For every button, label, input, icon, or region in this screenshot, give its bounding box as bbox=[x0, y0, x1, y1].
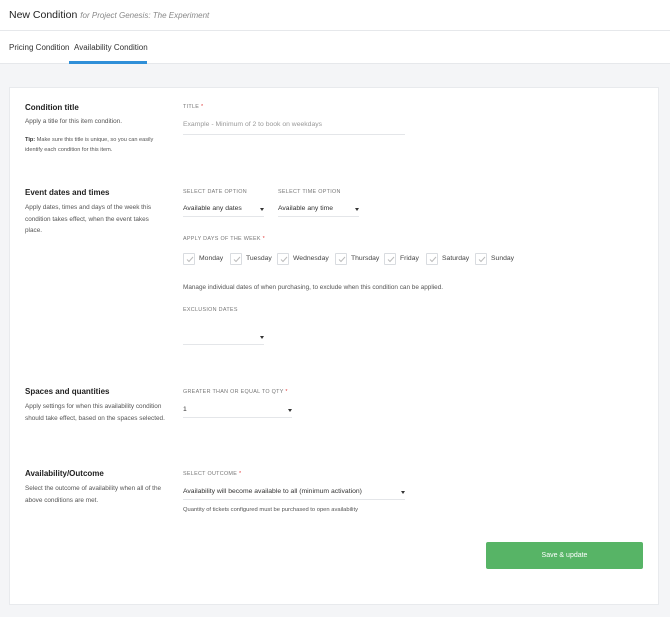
tip-body: Make sure this title is unique, so you c… bbox=[25, 137, 154, 153]
checkbox bbox=[230, 253, 242, 265]
check-icon bbox=[429, 256, 437, 263]
outcome-value: Availability will become available to al… bbox=[183, 488, 362, 495]
title-field-label: TITLE * bbox=[183, 104, 203, 110]
day-label: Friday bbox=[400, 255, 419, 262]
time-option-value: Available any time bbox=[278, 205, 334, 212]
day-label: Thursday bbox=[351, 255, 380, 262]
outcome-label: SELECT OUTCOME * bbox=[183, 471, 241, 477]
day-checkbox-monday[interactable]: Monday bbox=[183, 253, 225, 265]
check-icon bbox=[186, 256, 194, 263]
day-checkbox-saturday[interactable]: Saturday bbox=[426, 253, 470, 265]
section-desc-spaces: Apply settings for when this availabilit… bbox=[25, 403, 165, 422]
checkbox bbox=[277, 253, 289, 265]
tab-pricing-condition[interactable]: Pricing Condition bbox=[9, 43, 69, 52]
chevron-down-icon bbox=[401, 491, 405, 494]
title-field-label-text: TITLE bbox=[183, 104, 200, 110]
exclusion-dates-select[interactable] bbox=[183, 331, 264, 345]
chevron-down-icon bbox=[260, 208, 264, 211]
days-label: APPLY DAYS OF THE WEEK * bbox=[183, 236, 265, 242]
title-input-placeholder: Example - Minimum of 2 to book on weekda… bbox=[183, 121, 323, 128]
section-title-event-dates: Event dates and times bbox=[25, 188, 110, 197]
page-title: New Condition for Project Genesis: The Ex… bbox=[9, 9, 209, 21]
outcome-label-text: SELECT OUTCOME bbox=[183, 471, 238, 477]
checkbox bbox=[426, 253, 438, 265]
section-title-outcome: Availability/Outcome bbox=[25, 469, 104, 478]
save-update-button[interactable]: Save & update bbox=[486, 542, 643, 569]
page-title-text: New Condition bbox=[9, 9, 78, 21]
title-input[interactable]: Example - Minimum of 2 to book on weekda… bbox=[183, 121, 405, 135]
day-label: Wednesday bbox=[293, 255, 329, 262]
day-label: Monday bbox=[199, 255, 224, 262]
page-subtitle: for Project Genesis: The Experiment bbox=[80, 11, 210, 20]
required-marker: * bbox=[238, 471, 242, 477]
date-option-select[interactable]: Available any dates bbox=[183, 203, 264, 217]
chevron-down-icon bbox=[260, 336, 264, 339]
chevron-down-icon bbox=[355, 208, 359, 211]
checkbox bbox=[384, 253, 396, 265]
day-checkbox-wednesday[interactable]: Wednesday bbox=[277, 253, 329, 265]
day-checkbox-friday[interactable]: Friday bbox=[384, 253, 422, 265]
time-option-label: SELECT TIME OPTION bbox=[278, 189, 341, 195]
required-marker: * bbox=[285, 389, 288, 395]
day-label: Tuesday bbox=[246, 255, 272, 262]
tab-bar: Pricing Condition Availability Condition bbox=[0, 31, 670, 64]
manage-dates-note: Manage individual dates of when purchasi… bbox=[183, 284, 444, 291]
date-option-value: Available any dates bbox=[183, 205, 242, 212]
outcome-note: Quantity of tickets configured must be p… bbox=[183, 507, 358, 513]
day-checkbox-sunday[interactable]: Sunday bbox=[475, 253, 515, 265]
required-marker: * bbox=[262, 236, 266, 242]
tab-availability-condition[interactable]: Availability Condition bbox=[74, 43, 148, 52]
check-icon bbox=[478, 256, 486, 263]
checkbox bbox=[335, 253, 347, 265]
time-option-select[interactable]: Available any time bbox=[278, 203, 359, 217]
qty-label: GREATER THAN OR EQUAL TO QTY * bbox=[183, 389, 288, 395]
section-title-spaces: Spaces and quantities bbox=[25, 387, 110, 396]
exclusion-dates-label: EXCLUSION DATES bbox=[183, 307, 238, 313]
page-header: New Condition for Project Genesis: The Ex… bbox=[0, 0, 670, 31]
check-icon bbox=[387, 256, 395, 263]
section-title-condition-title: Condition title bbox=[25, 103, 79, 112]
qty-select[interactable]: 1 bbox=[183, 404, 292, 418]
qty-value: 1 bbox=[183, 406, 187, 413]
check-icon bbox=[233, 256, 241, 263]
day-checkbox-tuesday[interactable]: Tuesday bbox=[230, 253, 272, 265]
required-marker: * bbox=[201, 104, 204, 110]
condition-form-card bbox=[9, 87, 659, 605]
active-tab-indicator bbox=[69, 61, 147, 64]
date-option-label: SELECT DATE OPTION bbox=[183, 189, 247, 195]
tip-label: Tip: bbox=[25, 137, 36, 143]
section-desc-outcome: Select the outcome of availability when … bbox=[25, 485, 162, 504]
days-label-text: APPLY DAYS OF THE WEEK bbox=[183, 236, 261, 242]
day-label: Saturday bbox=[442, 255, 470, 262]
check-icon bbox=[280, 256, 288, 263]
chevron-down-icon bbox=[288, 409, 292, 412]
checkbox bbox=[183, 253, 195, 265]
qty-label-text: GREATER THAN OR EQUAL TO QTY bbox=[183, 389, 284, 395]
day-checkbox-thursday[interactable]: Thursday bbox=[335, 253, 381, 265]
tip-text: Tip: Make sure this title is unique, so … bbox=[25, 135, 170, 155]
check-icon bbox=[338, 256, 346, 263]
section-desc-event-dates: Apply dates, times and days of the week … bbox=[25, 204, 152, 234]
outcome-select[interactable]: Availability will become available to al… bbox=[183, 486, 405, 500]
day-label: Sunday bbox=[491, 255, 515, 262]
checkbox bbox=[475, 253, 487, 265]
section-desc-condition-title: Apply a title for this item condition. bbox=[25, 118, 122, 125]
